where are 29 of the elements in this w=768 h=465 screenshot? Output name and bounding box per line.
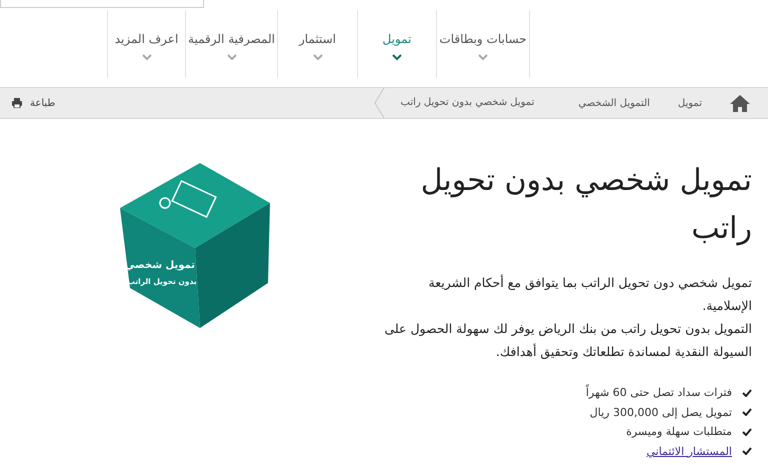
checkmark-icon: [742, 408, 752, 416]
search-field[interactable]: [0, 0, 204, 8]
feature-text: فترات سداد تصل حتى 60 شهراً: [586, 386, 732, 400]
description-paragraph: التمويل بدون تحويل راتب من بنك الرياض يوفر لك سهولة الحصول على السيولة النقدية لمساندة تطلعاتك وتحقيق أهدافك.: [383, 320, 752, 361]
checkmark-icon: [742, 388, 752, 397]
print-link[interactable]: طباعة: [12, 98, 56, 108]
home-icon[interactable]: [730, 94, 750, 112]
nav-menu-item[interactable]: حسابات وبطاقات: [437, 10, 529, 68]
description-paragraph: تمويل شخصي دون تحويل الراتب بما يتوافق مع أحكام الشريعة الإسلامية.: [428, 274, 752, 315]
chevron-down-icon: [226, 54, 236, 61]
printer-icon: [12, 98, 22, 108]
nav-menu-item[interactable]: اعرف المزيد: [108, 10, 185, 68]
breadcrumb-link[interactable]: تمويل: [678, 98, 702, 108]
current-page-crumb[interactable]: تمويل شخصي بدون تحويل راتب: [370, 88, 534, 118]
checkmark-icon: [742, 447, 752, 456]
breadcrumb-link[interactable]: التمويل الشخصي: [578, 98, 650, 108]
nav-menu-item[interactable]: استثمار: [278, 10, 357, 68]
chevron-down-icon: [142, 54, 152, 61]
nav-menu-item[interactable]: المصرفية الرقمية: [186, 10, 277, 68]
advisor-link[interactable]: المستشار الائتماني: [646, 444, 732, 458]
chevron-down-icon: [478, 54, 488, 61]
breadcrumb-separator-icon: [374, 88, 386, 118]
feature-text: تمويل يصل إلى 300,000 ريال: [590, 406, 732, 419]
chevron-down-icon: [312, 54, 322, 61]
chevron-down-icon: [392, 54, 402, 61]
checkmark-icon: [742, 428, 752, 436]
feature-text: متطلبات سهلة وميسرة: [626, 425, 732, 438]
nav-menu-item[interactable]: تمويل: [358, 10, 436, 68]
page-title: تمويل شخصي بدون تحويل راتب: [420, 162, 752, 248]
